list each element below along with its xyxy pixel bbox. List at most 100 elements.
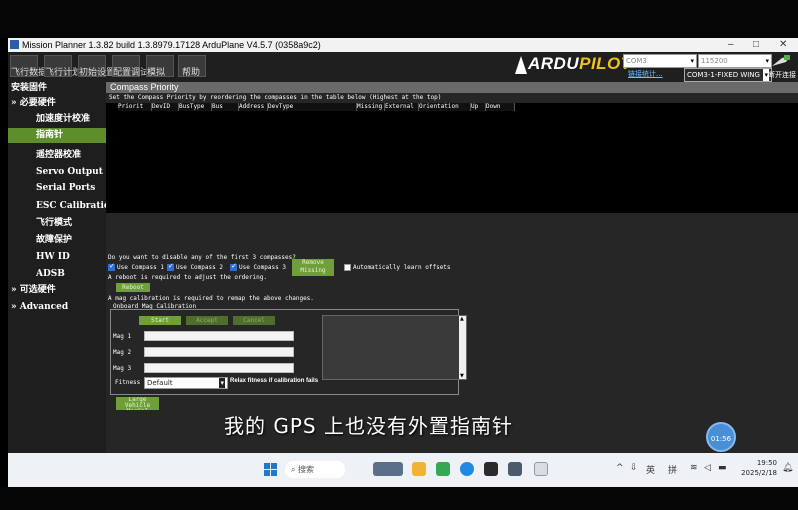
mission-planner-taskbar-icon[interactable] [508,462,522,476]
mission-planner-window: Mission Planner 1.3.82 build 1.3.8979.17… [8,38,798,453]
close-button[interactable]: ✕ [779,38,787,52]
mag-cal-note: A mag calibration is required to remap t… [108,295,314,302]
start-button[interactable]: Start [139,316,181,325]
widgets-icon[interactable] [373,462,403,476]
page-title: Compass Priority [106,82,798,93]
table-column-header: Priorit [118,103,152,111]
disconnect-label[interactable]: 断开连接 [768,70,796,80]
taskbar-search[interactable]: ⌕ 搜索 [285,461,345,478]
clock-time[interactable]: 19:50 [743,459,777,467]
video-subtitle: 我的 GPS 上也没有外置指南针 [224,414,513,438]
floating-timer-bubble[interactable]: 01:56 [706,422,736,452]
accept-button[interactable]: Accept [186,316,228,325]
menu-initial-setup[interactable]: 初始设置 [79,65,115,78]
search-icon: ⌕ [291,465,296,474]
compass-panel: Compass Priority Set the Compass Priorit… [106,82,798,453]
app-icon[interactable] [436,462,450,476]
use-compass-1-label: Use Compass 1 [117,264,164,271]
menu-simulation[interactable]: 模拟 [147,65,165,78]
log-scrollbar[interactable]: ▲ ▼ [459,316,466,379]
menu-flight-plan[interactable]: 飞行计划 [45,65,81,78]
profile-select[interactable]: COM3-1-FIXED WING ▾ [684,68,772,82]
sidebar-item-failsafe[interactable]: 故障保护 [8,233,106,248]
menu-config-tuning[interactable]: 配置调试 [113,65,149,78]
title-bar: Mission Planner 1.3.82 build 1.3.8979.17… [8,38,798,52]
menu-flight-data[interactable]: 飞行数据 [11,65,47,78]
use-compass-2-label: Use Compass 2 [176,264,223,271]
use-compass-3-checkbox[interactable] [230,262,237,271]
mag-3-label: Mag 3 [113,365,132,372]
tray-app-icon[interactable]: ⇩ [630,463,638,473]
fitness-label: Fitness [115,379,141,386]
mag-3-progress [144,363,294,373]
top-letterbox [0,0,798,38]
table-column-header: External [385,103,419,111]
menu-help[interactable]: 帮助 [182,65,200,78]
sidebar-item-hw-id[interactable]: HW ID [8,250,106,265]
sidebar-item-servo-output[interactable]: Servo Output [8,165,106,180]
table-column-header: DevID [152,103,179,111]
reboot-note: A reboot is required to adjust the order… [108,274,267,281]
port-select[interactable]: COM3 ▾ [623,54,697,68]
cancel-button[interactable]: Cancel [233,316,275,325]
sidebar-item-radio-calibration[interactable]: 遥控器校准 [8,148,106,163]
table-column-header: Bus [212,103,239,111]
relax-fitness-label: Relax fitness if calibration fails [230,378,319,384]
reboot-button[interactable]: Reboot [116,283,150,292]
notification-bell-icon[interactable]: 🔔︎ [782,463,793,473]
other-app-icon[interactable] [534,462,548,476]
tray-chevron-icon[interactable]: ^ [616,463,624,473]
battery-icon[interactable]: ▬ [718,463,727,473]
main-menubar: 飞行数据 飞行计划 初始设置 配置调试 模拟 帮助 ARDUPILOT COM3… [8,52,798,82]
sidebar-item-advanced[interactable]: » Advanced [8,300,106,315]
calibration-log[interactable]: ▲ ▼ [322,315,467,380]
clock-date[interactable]: 2025/2/18 [735,469,777,477]
minimize-button[interactable]: – [728,38,734,52]
file-explorer-icon[interactable] [412,462,426,476]
table-column-header: Address [239,103,268,111]
sidebar-item-compass[interactable]: 指南针 [8,128,106,143]
ime-mode[interactable]: 拼 [668,463,677,476]
edge-browser-icon[interactable] [460,462,474,476]
terminal-icon[interactable] [484,462,498,476]
use-compass-2-checkbox[interactable] [167,262,174,271]
sidebar-item-mandatory-hardware[interactable]: » 必要硬件 [8,96,106,111]
wifi-icon[interactable]: ≋ [690,463,698,473]
sidebar-item-serial-ports[interactable]: Serial Ports [8,181,106,196]
sidebar-item-flight-modes[interactable]: 飞行模式 [8,216,106,231]
compass-priority-table[interactable]: Priorit DevID BusType Bus Address DevTyp… [106,103,798,213]
sidebar-item-esc-calibration[interactable]: ESC Calibration [8,199,116,214]
large-vehicle-magcal-button[interactable]: Large Vehicle MagCal [116,397,159,410]
mag-2-progress [144,347,294,357]
table-column-header: Missing [357,103,385,111]
mag-1-progress [144,331,294,341]
disable-question: Do you want to disable any of the first … [108,254,296,261]
sidebar-item-accel-calibration[interactable]: 加速度计校准 [8,112,106,127]
ardupilot-logo-icon [515,56,527,74]
table-column-header: Down [486,103,515,111]
fitness-select[interactable]: Default ▾ [144,377,228,389]
windows-taskbar: ⌕ 搜索 ^ ⇩ 英 拼 ≋ ◁ ▬ 19:50 2025/2/18 🔔︎ [8,453,798,487]
windows-start-icon[interactable] [264,463,278,477]
setup-sidebar: 安装固件 » 必要硬件 加速度计校准 指南针 遥控器校准 Servo Outpu… [8,81,116,453]
maximize-button[interactable]: □ [753,38,759,52]
volume-icon[interactable]: ◁ [704,463,711,473]
ime-language[interactable]: 英 [646,463,655,476]
link-stats-link[interactable]: 链接统计... [628,69,663,79]
app-icon [10,40,19,49]
mag-2-label: Mag 2 [113,349,132,356]
remove-missing-button[interactable]: Remove Missing [292,259,334,276]
auto-learn-label: Automatically learn offsets [353,264,451,271]
bottom-letterbox [0,487,798,510]
auto-learn-checkbox[interactable] [344,264,351,271]
mag-1-label: Mag 1 [113,333,132,340]
sidebar-item-adsb[interactable]: ADSB [8,267,106,282]
table-column-header: BusType [179,103,212,111]
table-column-header: Up [471,103,486,111]
connect-plug-icon[interactable] [770,54,792,68]
sidebar-item-optional-hardware[interactable]: » 可选硬件 [8,283,106,298]
sidebar-item-install-firmware[interactable]: 安装固件 [8,81,106,96]
baud-select[interactable]: 115200 ▾ [698,54,772,68]
table-column-header: DevType [268,103,357,111]
use-compass-1-checkbox[interactable] [108,262,115,271]
